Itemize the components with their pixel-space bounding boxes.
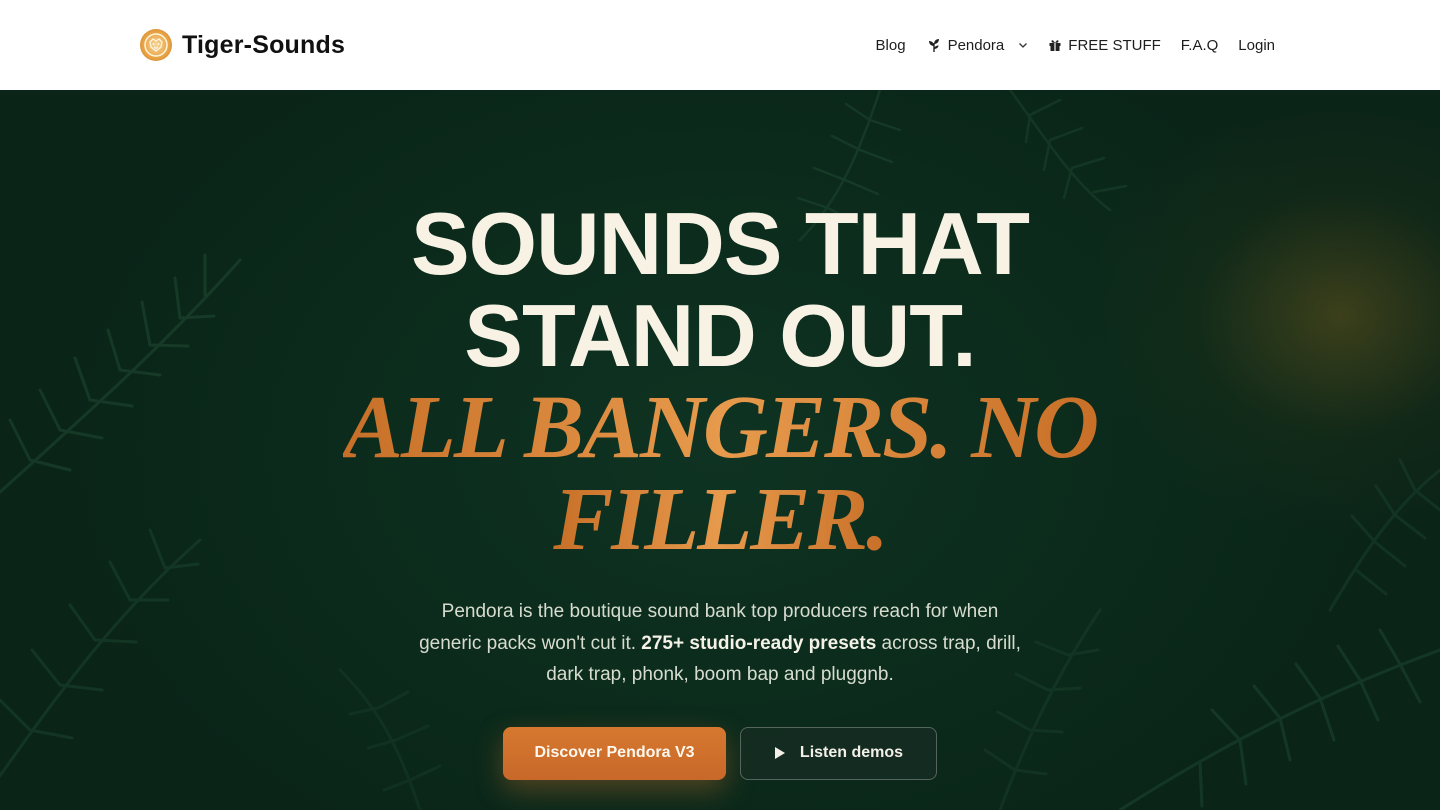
hero-content: SOUNDS THAT STAND OUT. ALL BANGERS. NO F… [0,90,1440,810]
play-icon [774,747,785,759]
plant-icon [928,39,939,52]
nav-login-label: Login [1238,36,1275,54]
hero-title-line-2: STAND OUT. [464,286,976,385]
nav-pendora-label: Pendora [947,36,1005,54]
nav-faq[interactable]: F.A.Q [1181,37,1219,54]
nav-faq-label: F.A.Q [1180,36,1219,54]
nav-blog[interactable]: Blog [876,37,906,54]
nav-pendora-dropdown[interactable]: Pendora [926,37,1029,54]
cta-row: Discover Pendora V3 Listen demos [503,726,937,780]
nav-free-stuff-label: FREE STUFF [1068,36,1161,54]
hero-accent-line-2: FILLER. [553,470,889,569]
brand-name: Tiger-Sounds [182,30,346,59]
hero-accent-line-1: ALL BANGERS. NO [342,378,1099,477]
discover-pendora-button[interactable]: Discover Pendora V3 [503,726,726,780]
hero-description-highlight: 275+ studio-ready presets [641,632,877,654]
listen-demos-button[interactable]: Listen demos [740,726,937,780]
hero-section: SOUNDS THAT STAND OUT. ALL BANGERS. NO F… [0,90,1440,810]
nav-free-stuff[interactable]: FREE STUFF [1048,37,1161,54]
main-nav: Blog Pendora FREE STUFF F.A.Q Login [876,37,1275,54]
hero-description: Pendora is the boutique sound bank top p… [410,596,1030,691]
site-header: Tiger-Sounds Blog Pendora FREE STUFF F.A… [0,0,1440,90]
nav-login[interactable]: Login [1238,37,1275,54]
listen-demos-label: Listen demos [799,744,904,761]
hero-title-line-1: SOUNDS THAT [410,194,1030,293]
gift-icon [1049,40,1061,51]
chevron-down-icon [1019,43,1028,48]
tiger-logo-icon [140,29,172,61]
brand-link[interactable]: Tiger-Sounds [140,29,345,61]
nav-blog-label: Blog [875,36,906,54]
